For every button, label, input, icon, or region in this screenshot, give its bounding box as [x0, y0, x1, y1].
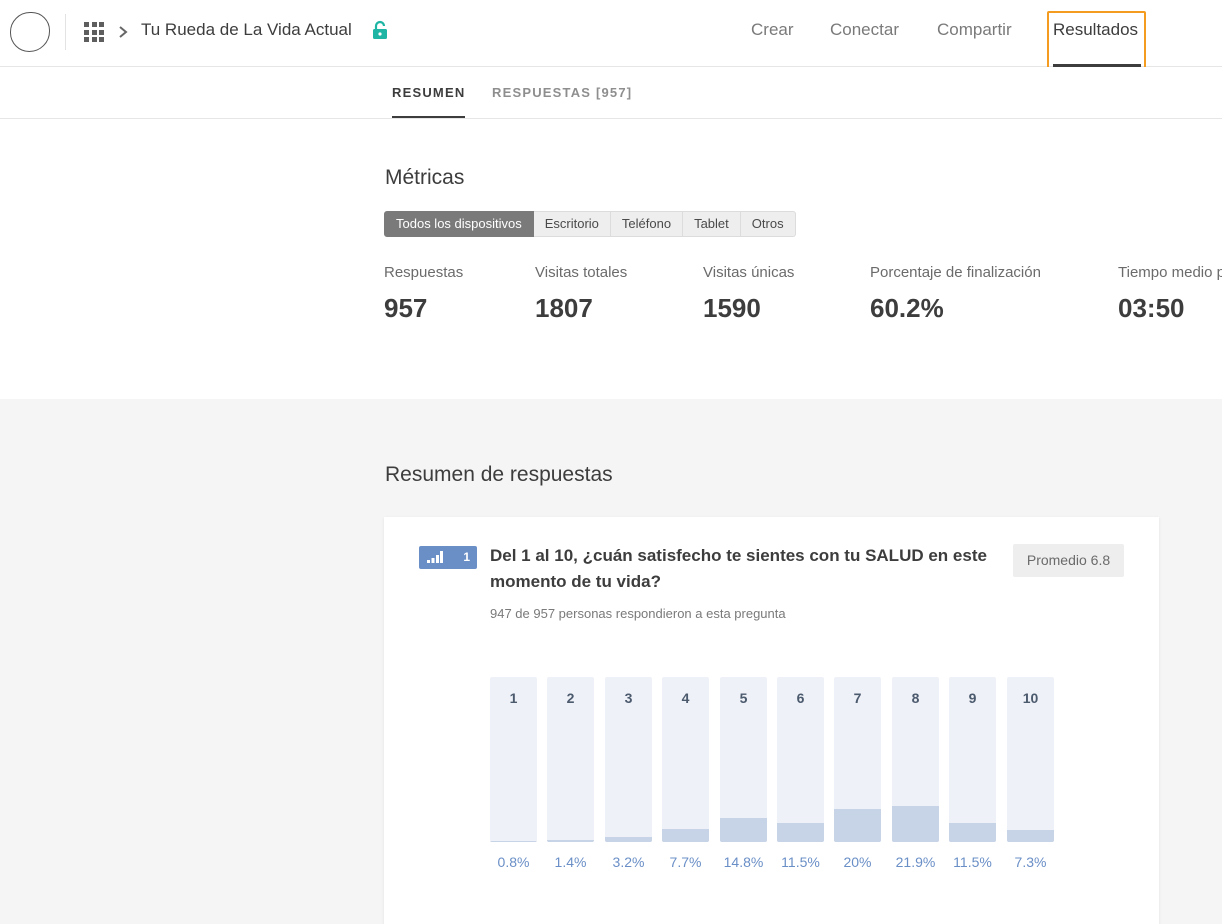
bar-category-label: 2: [566, 690, 575, 706]
tab-resumen[interactable]: RESUMEN: [392, 85, 465, 100]
metrics-title: Métricas: [385, 166, 465, 189]
metric-average-time: Tiempo medio p 03:50: [1118, 264, 1222, 324]
question-number: 1: [463, 550, 470, 564]
bar-percent-label: 1.4%: [554, 854, 587, 870]
bar-10: 10: [1007, 677, 1054, 842]
bar-category-label: 4: [681, 690, 690, 706]
metric-value: 957: [384, 293, 428, 323]
metric-value: 60.2%: [870, 293, 944, 323]
metric-unique-visits: Visitas únicas 1590: [703, 264, 794, 324]
metric-value: 1590: [703, 293, 761, 323]
chevron-right-icon: [119, 26, 128, 38]
bar-fill-4: [662, 829, 709, 842]
bar-8: 8: [892, 677, 939, 842]
opinion-scale-icon: [427, 551, 443, 563]
tab-respuestas[interactable]: RESPUESTAS [957]: [492, 85, 632, 100]
filter-other[interactable]: Otros: [740, 211, 796, 237]
nav-resultados[interactable]: Resultados: [1053, 20, 1138, 40]
metric-completion-rate: Porcentaje de finalización 60.2%: [870, 264, 1041, 324]
bar-percent-label: 14.8%: [723, 854, 764, 870]
filter-all-devices[interactable]: Todos los dispositivos: [384, 211, 534, 237]
question-badge: 1: [419, 546, 477, 569]
bar-fill-10: [1007, 830, 1054, 842]
filter-tablet[interactable]: Tablet: [683, 211, 741, 237]
top-nav: Tu Rueda de La Vida Actual Crear Conecta…: [0, 0, 1222, 73]
nav-compartir[interactable]: Compartir: [937, 20, 1012, 40]
filter-phone[interactable]: Teléfono: [610, 211, 684, 237]
bar-6: 6: [777, 677, 824, 842]
metric-value: 1807: [535, 293, 593, 323]
bar-3: 3: [605, 677, 652, 842]
bar-fill-2: [547, 840, 594, 842]
bar-fill-8: [892, 806, 939, 842]
bar-percent-label: 11.5%: [781, 854, 820, 870]
bar-percent-label: 0.8%: [497, 854, 530, 870]
metric-label: Visitas únicas: [703, 264, 795, 281]
average-badge: Promedio 6.8: [1013, 544, 1124, 577]
bar-5: 5: [720, 677, 767, 842]
bar-percent-label: 11.5%: [953, 854, 992, 870]
apps-grid-icon[interactable]: [84, 22, 104, 42]
metric-label: Tiempo medio p: [1118, 264, 1222, 281]
metrics-section: Métricas Todos los dispositivos Escritor…: [0, 119, 1222, 399]
metric-label: Respuestas: [384, 264, 464, 281]
bar-category-label: 1: [509, 690, 518, 706]
filter-desktop[interactable]: Escritorio: [533, 211, 611, 237]
question-title: Del 1 al 10, ¿cuán satisfecho te sientes…: [490, 546, 987, 591]
results-subtabs: RESUMEN RESPUESTAS [957]: [0, 67, 1222, 119]
bar-fill-3: [605, 837, 652, 842]
bar-2: 2: [547, 677, 594, 842]
device-filter: Todos los dispositivos Escritorio Teléfo…: [384, 211, 796, 237]
metric-responses: Respuestas 957: [384, 264, 463, 324]
nav-conectar[interactable]: Conectar: [830, 20, 899, 40]
bar-1: 1: [490, 677, 537, 842]
metric-label: Porcentaje de finalización: [870, 264, 1041, 281]
bar-category-label: 10: [1022, 690, 1039, 706]
bar-fill-7: [834, 809, 881, 842]
nav-crear[interactable]: Crear: [751, 20, 794, 40]
bar-percent-label: 21.9%: [895, 854, 936, 870]
bar-fill-6: [777, 823, 824, 842]
document-title[interactable]: Tu Rueda de La Vida Actual: [141, 20, 352, 40]
bar-7: 7: [834, 677, 881, 842]
metric-label: Visitas totales: [535, 264, 628, 281]
metric-value: 03:50: [1118, 293, 1185, 323]
bar-percent-label: 7.7%: [669, 854, 702, 870]
bar-category-label: 7: [853, 690, 862, 706]
bar-percent-label: 20%: [843, 854, 872, 870]
logo-icon[interactable]: [10, 12, 50, 52]
lock-icon[interactable]: [371, 20, 389, 40]
metric-total-visits: Visitas totales 1807: [535, 264, 627, 324]
summary-title: Resumen de respuestas: [385, 463, 613, 486]
bar-9: 9: [949, 677, 996, 842]
bar-category-label: 6: [796, 690, 805, 706]
bar-category-label: 3: [624, 690, 633, 706]
bar-fill-9: [949, 823, 996, 842]
subtab-active-indicator: [392, 116, 465, 118]
response-bar-chart: 1 0.8% 2 1.4% 3 3.2% 4 7.7% 5 14.8% 6 11.5% 7 20% 8 21.…: [490, 677, 1054, 877]
bar-percent-label: 7.3%: [1014, 854, 1047, 870]
bar-percent-label: 3.2%: [612, 854, 645, 870]
question-card: 1 Del 1 al 10, ¿cuán satisfecho te sient…: [384, 517, 1159, 924]
bar-fill-5: [720, 818, 767, 842]
bar-fill-1: [490, 841, 537, 842]
question-response-count: 947 de 957 personas respondieron a esta …: [490, 606, 786, 621]
bar-category-label: 8: [911, 690, 920, 706]
nav-divider: [65, 14, 66, 50]
bar-4: 4: [662, 677, 709, 842]
bar-category-label: 5: [739, 690, 748, 706]
bar-category-label: 9: [968, 690, 977, 706]
